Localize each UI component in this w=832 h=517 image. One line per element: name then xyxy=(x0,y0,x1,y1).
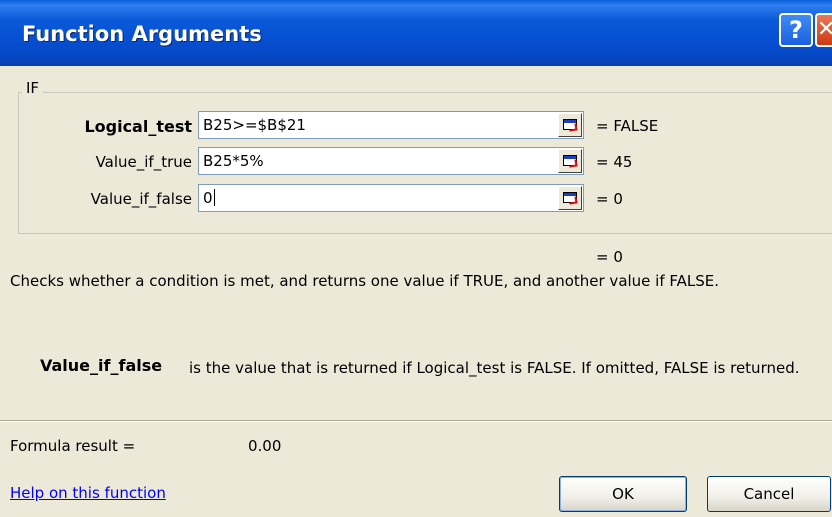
value-if-false-result: = 0 xyxy=(596,190,623,208)
collapse-dialog-icon xyxy=(563,119,577,130)
logical-test-result: = FALSE xyxy=(596,117,659,135)
logical-test-input[interactable]: B25>=$B$21 xyxy=(198,111,584,139)
value-if-false-label: Value_if_false xyxy=(90,190,192,208)
formula-result-value: 0.00 xyxy=(248,437,282,455)
separator xyxy=(0,420,832,422)
collapse-dialog-button-value-if-true[interactable] xyxy=(558,149,582,173)
value-if-false-input[interactable]: 0 xyxy=(198,184,584,212)
collapse-dialog-button-value-if-false[interactable] xyxy=(558,186,582,210)
function-result: = 0 xyxy=(596,248,623,266)
text-caret xyxy=(213,189,215,206)
help-icon[interactable]: ? xyxy=(779,13,813,47)
value-if-true-label: Value_if_true xyxy=(95,153,192,171)
collapse-dialog-icon xyxy=(563,192,577,203)
collapse-dialog-icon xyxy=(563,155,577,166)
formula-result-label: Formula result = xyxy=(10,437,136,455)
dialog-title: Function Arguments xyxy=(22,22,262,46)
param-help-text: is the value that is returned if Logical… xyxy=(189,359,800,377)
value-if-false-value: 0 xyxy=(203,189,213,207)
function-name-label: IF xyxy=(22,79,44,97)
cancel-button[interactable]: Cancel xyxy=(707,476,831,512)
value-if-true-value: B25*5% xyxy=(203,152,264,170)
value-if-true-input[interactable]: B25*5% xyxy=(198,147,584,175)
ok-button[interactable]: OK xyxy=(559,476,687,512)
logical-test-value: B25>=$B$21 xyxy=(203,116,306,134)
title-bar: Function Arguments ? ✕ xyxy=(0,0,832,66)
value-if-true-result: = 45 xyxy=(596,153,633,171)
function-description: Checks whether a condition is met, and r… xyxy=(10,272,720,290)
help-on-function-link[interactable]: Help on this function xyxy=(10,484,166,502)
collapse-dialog-button-logical-test[interactable] xyxy=(558,113,582,137)
logical-test-label: Logical_test xyxy=(84,117,192,136)
param-help-name: Value_if_false xyxy=(40,356,163,375)
close-icon[interactable]: ✕ xyxy=(815,13,832,47)
